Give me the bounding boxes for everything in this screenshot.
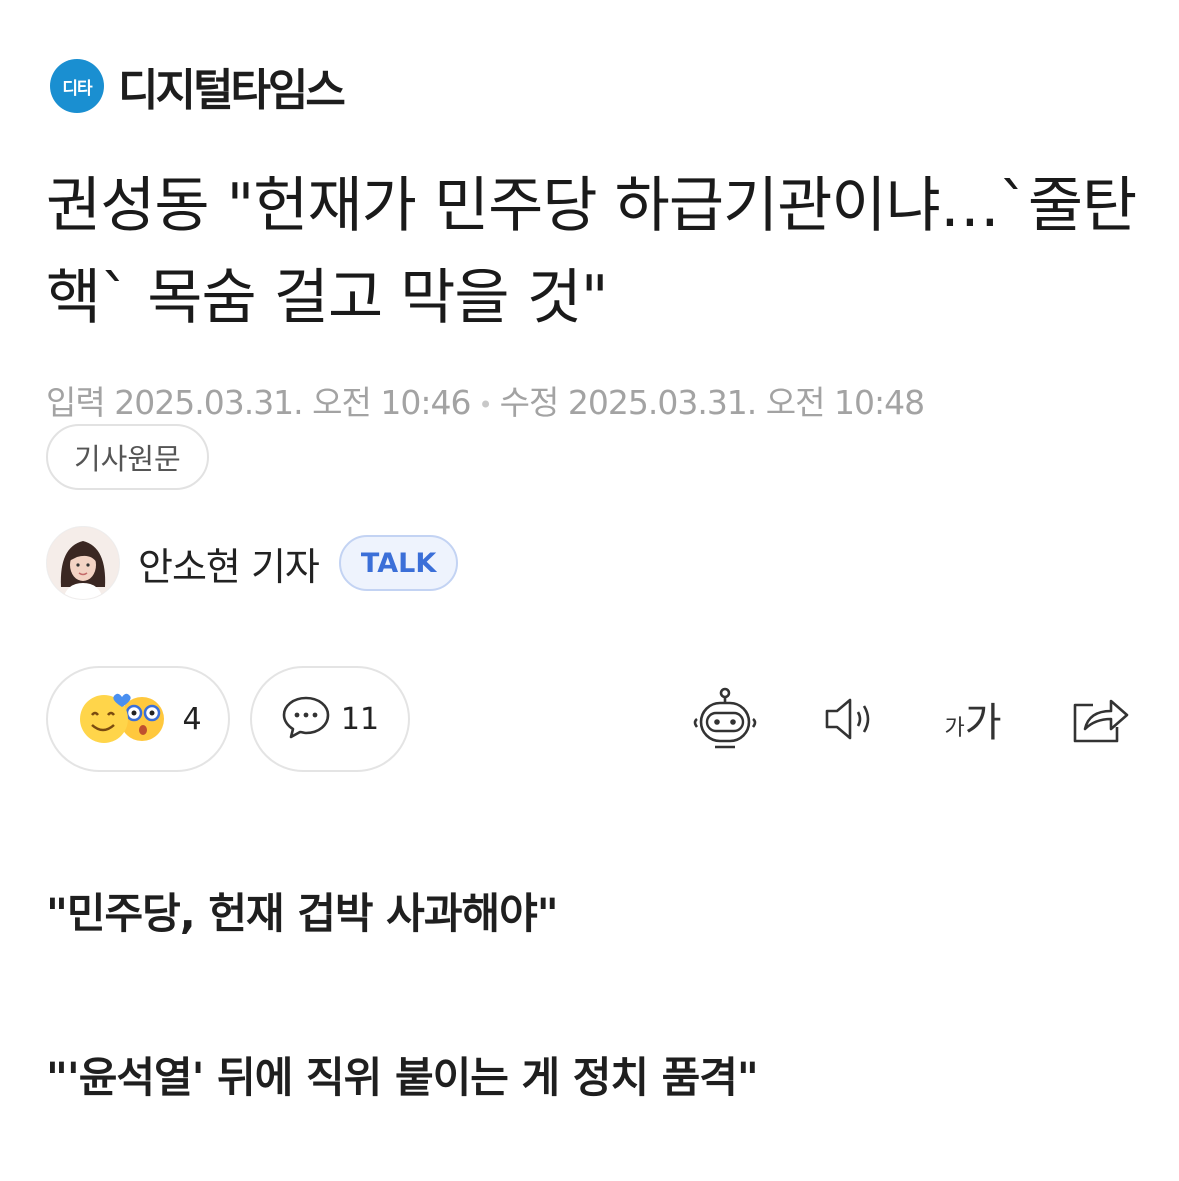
modified-time: 2025.03.31. 오전 10:48 [567, 383, 925, 422]
brand-name: 디지털타임스 [118, 65, 346, 116]
article-subhead: "'윤석열' 뒤에 직위 붙이는 게 정치 품격" [46, 1053, 759, 1102]
talk-button[interactable]: TALK [338, 535, 459, 591]
article-meta: 입력 2025.03.31. 오전 10:46 • 수정 2025.03.31. 오… [46, 376, 925, 424]
original-article-button[interactable]: 기사원문 [46, 424, 209, 490]
reaction-count: 4 [182, 701, 202, 737]
author-avatar[interactable] [46, 526, 120, 600]
input-label: 입력 [46, 383, 106, 422]
input-time: 2025.03.31. 오전 10:46 [114, 383, 471, 422]
share-icon[interactable] [1064, 684, 1134, 754]
modified-label: 수정 [499, 383, 560, 422]
reaction-button[interactable]: 4 [46, 666, 230, 772]
comment-bubble-icon [281, 694, 331, 744]
brand-logo[interactable]: 디타 디지털타임스 [50, 56, 346, 116]
reaction-emoji-icon [74, 689, 172, 749]
article-headline: 권성동 "헌재가 민주당 하급기관이냐…`줄탄핵` 목숨 걸고 막을 것" [46, 171, 1137, 333]
robot-summary-icon[interactable] [690, 684, 760, 754]
speaker-icon[interactable] [814, 684, 884, 754]
font-size-large-label: 가 [964, 700, 1002, 746]
comment-count: 11 [340, 701, 380, 737]
font-size-small-label: 가 [944, 716, 965, 741]
article-subhead: "민주당, 헌재 겁박 사과해야" [46, 889, 559, 938]
author-name[interactable]: 안소현 기자 [138, 536, 320, 591]
font-size-icon[interactable]: 가가 [936, 684, 1010, 754]
author-row: 안소현 기자 TALK [46, 526, 459, 600]
comment-button[interactable]: 11 [250, 666, 410, 772]
meta-separator: • [478, 390, 492, 419]
brand-badge: 디타 [50, 59, 104, 113]
